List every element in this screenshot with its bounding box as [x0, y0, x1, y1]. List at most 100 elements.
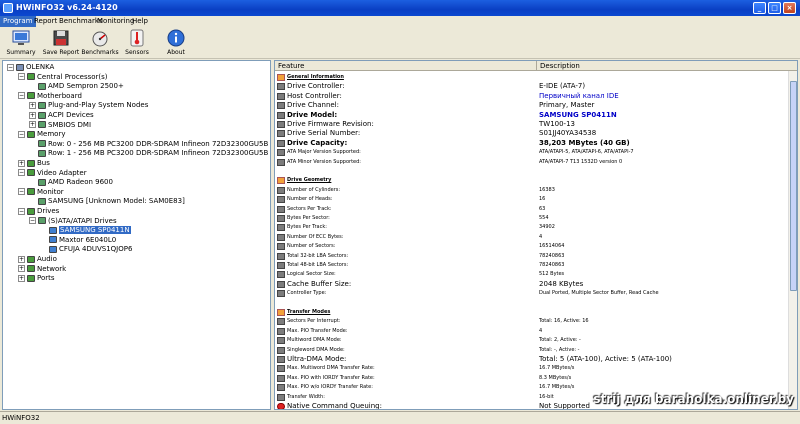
summary-button[interactable]: Summary	[1, 29, 41, 57]
property-row[interactable]: Number of Heads: 16	[275, 195, 797, 204]
tree-expander-icon[interactable]: −	[18, 92, 25, 100]
scrollbar-thumb[interactable]	[790, 81, 797, 291]
property-row[interactable]: Number Of ECC Bytes: 4	[275, 233, 797, 242]
tree-expander-icon[interactable]: −	[18, 130, 25, 138]
tree-item[interactable]: − Drives	[18, 207, 59, 216]
device-icon	[38, 121, 46, 129]
tree-item-label: SAMSUNG [Unknown Model: SAM0E83]	[48, 197, 185, 206]
tree-item[interactable]: SAMSUNG SP0411N	[40, 226, 131, 235]
property-row[interactable]: Number of Cylinders: 16383	[275, 186, 797, 195]
property-icon	[277, 92, 285, 100]
tree-expander-icon[interactable]: −	[18, 207, 25, 215]
about-button[interactable]: About	[156, 29, 196, 57]
property-row[interactable]	[275, 299, 797, 308]
tree-item[interactable]: SAMSUNG [Unknown Model: SAM0E83]	[29, 197, 185, 206]
tree-item[interactable]: Maxtor 6E040L0	[40, 236, 116, 245]
property-row[interactable]: Max. PIO with IORDY Transfer Rate: 8.3 MB…	[275, 374, 797, 383]
section-header[interactable]: Drive Geometry	[275, 176, 797, 185]
save-report-button[interactable]: Save Report	[41, 29, 81, 57]
tree-expander-icon[interactable]: −	[7, 63, 14, 71]
property-row[interactable]: Max. Multiword DMA Transfer Rate: 16.7 MB…	[275, 364, 797, 373]
tree-item[interactable]: + ACPI Devices	[29, 111, 94, 120]
property-row[interactable]: Total 32-bit LBA Sectors: 78240863	[275, 252, 797, 261]
tree-item[interactable]: − Video Adapter	[18, 169, 87, 178]
tree-item[interactable]: − (S)ATA/ATAPI Drives	[29, 217, 117, 226]
sensors-button[interactable]: Sensors	[117, 29, 157, 57]
about-label: About	[167, 49, 185, 56]
description-cell: 554	[539, 215, 549, 221]
tree-item[interactable]: − Memory	[18, 130, 65, 139]
tree-expander-icon[interactable]: −	[18, 169, 25, 177]
property-row[interactable]: Drive Serial Number: S01JJ40YA34538	[275, 129, 797, 138]
property-row[interactable]: Drive Capacity: 38,203 MBytes (40 GB)	[275, 139, 797, 148]
tree-expander-icon[interactable]: +	[29, 121, 36, 129]
tree-item[interactable]: + SMBIOS DMI	[29, 121, 91, 130]
tree-item[interactable]: Row: 0 - 256 MB PC3200 DDR-SDRAM Infineo…	[29, 140, 268, 149]
tree-item[interactable]: Row: 1 - 256 MB PC3200 DDR-SDRAM Infineo…	[29, 149, 268, 158]
tree-item[interactable]: + Bus	[18, 159, 50, 168]
tree-expander-icon[interactable]: +	[29, 111, 36, 119]
benchmarks-label: Benchmarks	[81, 49, 119, 56]
property-row[interactable]: Sectors Per Track: 63	[275, 205, 797, 214]
property-row[interactable]: Multiword DMA Mode: Total: 2, Active: -	[275, 336, 797, 345]
property-row[interactable]: Cache Buffer Size: 2048 KBytes	[275, 280, 797, 289]
property-row[interactable]: ATA Major Version Supported: ATA/ATAPI-5,…	[275, 148, 797, 157]
tree-item[interactable]: + Audio	[18, 255, 57, 264]
tree-expander-icon[interactable]: +	[18, 265, 25, 273]
close-button[interactable]: ×	[783, 2, 796, 14]
tree-expander-icon[interactable]: −	[29, 217, 36, 225]
maximize-button[interactable]: □	[768, 2, 781, 14]
description-cell: 512 Bytes	[539, 271, 565, 278]
tree-item-label: Row: 0 - 256 MB PC3200 DDR-SDRAM Infineo…	[48, 139, 269, 148]
tree-item[interactable]: + Plug-and-Play System Nodes	[29, 101, 148, 110]
feature-cell: Transfer Width:	[287, 393, 325, 400]
property-row[interactable]: Drive Firmware Revision: TW100-13	[275, 120, 797, 129]
property-row[interactable]: Drive Channel: Primary, Master	[275, 101, 797, 110]
tree-item[interactable]: + Ports	[18, 274, 55, 283]
tree-item[interactable]: − Monitor	[18, 188, 64, 197]
property-row[interactable]: Logical Sector Size: 512 Bytes	[275, 270, 797, 279]
column-feature[interactable]: Feature	[275, 61, 537, 71]
property-row[interactable]: Ultra-DMA Mode: Total: 5 (ATA-100), Activ…	[275, 355, 797, 364]
section-header[interactable]: Transfer Modes	[275, 308, 797, 317]
property-row[interactable]: Drive Model: SAMSUNG SP0411N	[275, 111, 797, 120]
tree-expander-icon[interactable]: −	[18, 188, 25, 196]
property-row[interactable]: ATA Minor Version Supported: ATA/ATAPI-7 …	[275, 158, 797, 167]
property-icon	[277, 111, 285, 119]
description-cell: Primary, Master	[539, 101, 595, 110]
property-row[interactable]: Total 48-bit LBA Sectors: 78240863	[275, 261, 797, 270]
property-row[interactable]	[275, 167, 797, 176]
property-row[interactable]: Singleword DMA Mode: Total: -, Active: -	[275, 346, 797, 355]
tree-expander-icon[interactable]: +	[18, 159, 25, 167]
summary-label: Summary	[6, 49, 36, 56]
property-icon	[277, 215, 285, 222]
tree-expander-icon[interactable]: +	[18, 255, 25, 263]
property-row[interactable]: Controller Type: Dual Ported, Multiple Se…	[275, 289, 797, 298]
property-row[interactable]: Max. PIO w/o IORDY Transfer Rate: 16.7 MB…	[275, 383, 797, 392]
tree-item[interactable]: CFUJA 4DUVS1QJOP6	[40, 245, 132, 254]
property-icon	[277, 196, 285, 204]
property-row[interactable]: Host Controller: Первичный канал IDE	[275, 92, 797, 101]
tree-expander-icon[interactable]: −	[18, 73, 25, 81]
tree-expander-icon[interactable]: +	[18, 274, 25, 282]
menu-help[interactable]: Help	[129, 16, 151, 27]
section-header[interactable]: General Information	[275, 73, 797, 82]
property-row[interactable]: Number of Sectors: 16514064	[275, 242, 797, 251]
tree-expander-icon[interactable]: +	[29, 101, 36, 109]
vertical-scrollbar[interactable]	[788, 71, 797, 409]
tree-item[interactable]: − OLENKA	[7, 63, 54, 72]
tree-item[interactable]: AMD Sempron 2500+	[29, 82, 124, 91]
tree-item[interactable]: + Network	[18, 265, 66, 274]
tree-item[interactable]: − Central Processor(s)	[18, 73, 108, 82]
property-row[interactable]: Bytes Per Track: 34902	[275, 223, 797, 232]
property-row[interactable]: Max. PIO Transfer Mode: 4	[275, 327, 797, 336]
minimize-button[interactable]: _	[753, 2, 766, 14]
property-row[interactable]: Sectors Per Interrupt: Total: 16, Active:…	[275, 317, 797, 326]
property-row[interactable]: Bytes Per Sector: 554	[275, 214, 797, 223]
property-row[interactable]: Drive Controller: E-IDE (ATA-7)	[275, 82, 797, 91]
column-description[interactable]: Description	[537, 61, 797, 71]
tree-item[interactable]: AMD Radeon 9600	[29, 178, 113, 187]
benchmarks-button[interactable]: Benchmarks	[80, 29, 120, 57]
device-tree[interactable]: − OLENKA − Central Processor(s) AMD Sempron …	[2, 60, 271, 410]
tree-item[interactable]: − Motherboard	[18, 92, 82, 101]
